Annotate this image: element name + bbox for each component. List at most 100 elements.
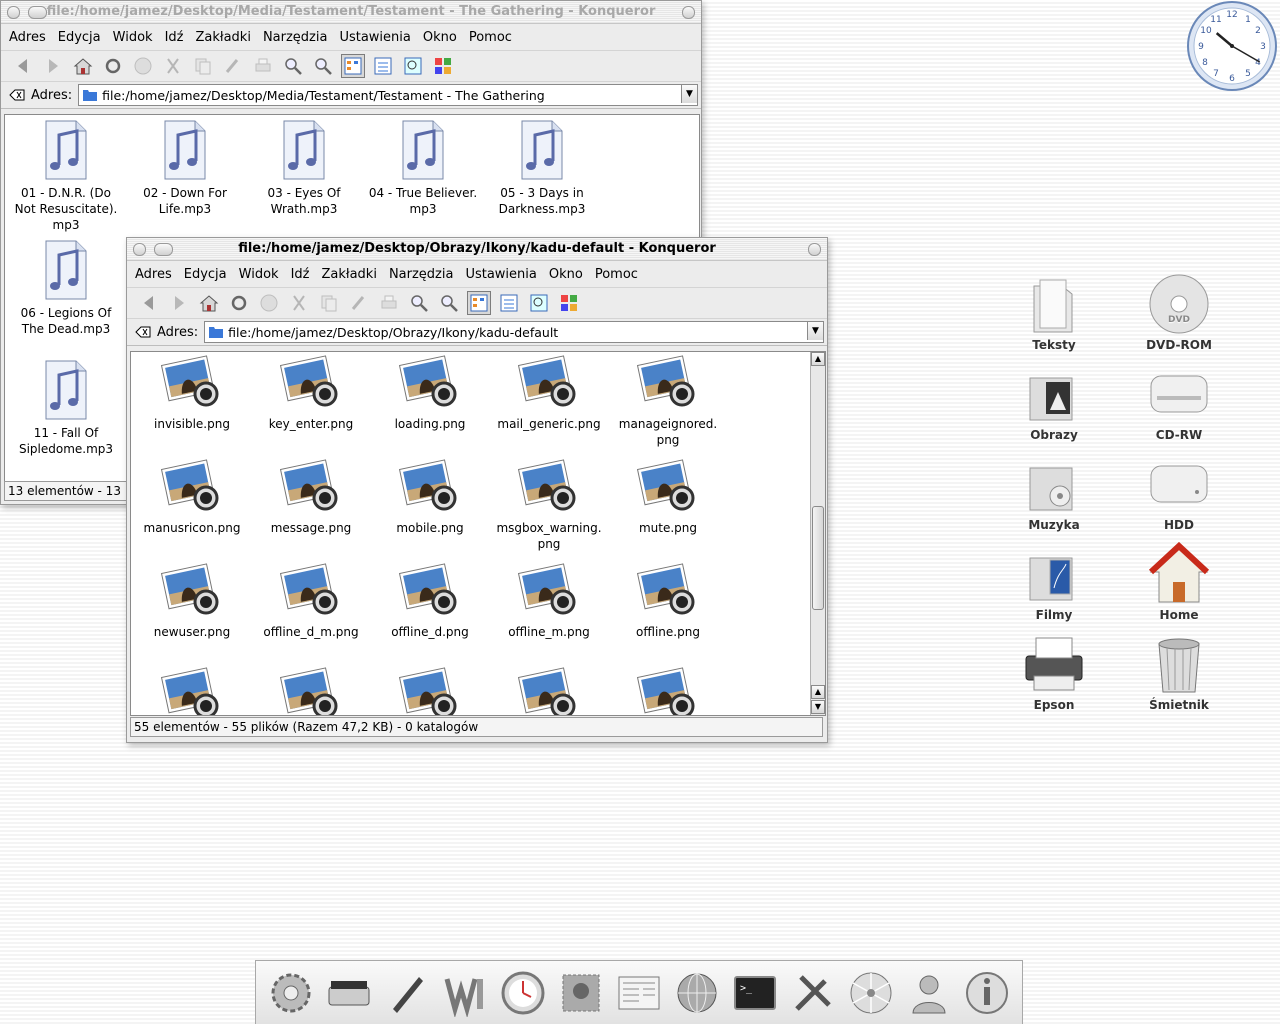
window-titlebar[interactable]: file:/home/jamez/Desktop/Obrazy/Ikony/ka… <box>127 238 827 261</box>
settings-gear-icon[interactable] <box>266 968 316 1018</box>
icon-view-button[interactable] <box>341 54 365 78</box>
file-item[interactable]: offline.png <box>608 562 728 640</box>
window-titlebar[interactable]: file:/home/jamez/Desktop/Media/Testament… <box>1 1 701 24</box>
globe-icon[interactable] <box>672 968 722 1018</box>
zoom-out-button[interactable] <box>311 54 335 78</box>
photo-stamp-icon[interactable] <box>556 968 606 1018</box>
clock-app-icon[interactable] <box>498 968 548 1018</box>
file-item[interactable]: offline_d.png <box>370 562 490 640</box>
file-item[interactable] <box>608 666 728 715</box>
print-button[interactable] <box>377 291 401 315</box>
file-item[interactable] <box>132 666 252 715</box>
reload-button[interactable] <box>101 54 125 78</box>
address-dropdown-button[interactable]: ▼ <box>807 322 823 340</box>
address-dropdown-button[interactable]: ▼ <box>681 85 697 103</box>
file-view[interactable]: invisible.png key_enter.png loading.png mai… <box>130 351 826 716</box>
desktop-icon[interactable]: Filmy <box>1004 542 1104 622</box>
file-item[interactable]: offline_m.png <box>489 562 609 640</box>
back-button[interactable] <box>137 291 161 315</box>
terminal-icon[interactable]: >_ <box>730 968 780 1018</box>
file-item[interactable]: manusricon.png <box>132 458 252 536</box>
file-item[interactable]: 02 - Down For Life.mp3 <box>125 119 245 217</box>
menu-widok[interactable]: Widok <box>239 267 279 282</box>
vertical-scrollbar[interactable]: ▲ ▲ ▼ <box>810 352 825 715</box>
menu-okno[interactable]: Okno <box>549 267 583 282</box>
scroll-up-button[interactable]: ▲ <box>811 352 825 366</box>
menu-pomoc[interactable]: Pomoc <box>595 267 638 282</box>
desktop-icon[interactable]: DVD DVD-ROM <box>1129 272 1229 352</box>
paste-button[interactable] <box>347 291 371 315</box>
scroll-down-button[interactable]: ▼ <box>811 700 825 714</box>
menu-edycja[interactable]: Edycja <box>58 30 101 45</box>
desktop-icon[interactable]: Epson <box>1004 632 1104 712</box>
file-item[interactable]: mute.png <box>608 458 728 536</box>
clear-address-icon[interactable] <box>9 88 25 102</box>
forward-button[interactable] <box>41 54 65 78</box>
multi-view-button[interactable] <box>557 291 581 315</box>
menu-narzedzia[interactable]: Narzędzia <box>263 30 328 45</box>
detail-view-button[interactable] <box>497 291 521 315</box>
tools-icon[interactable] <box>788 968 838 1018</box>
file-item[interactable]: 03 - Eyes Of Wrath.mp3 <box>244 119 364 217</box>
desktop-icon[interactable]: HDD <box>1129 452 1229 532</box>
newspaper-icon[interactable] <box>614 968 664 1018</box>
office-icon[interactable] <box>440 968 490 1018</box>
menu-widok[interactable]: Widok <box>113 30 153 45</box>
detail-view-button[interactable] <box>371 54 395 78</box>
file-item[interactable]: mail_generic.png <box>489 354 609 432</box>
back-button[interactable] <box>11 54 35 78</box>
minimize-window-button[interactable] <box>28 6 47 19</box>
menu-adres[interactable]: Adres <box>9 30 46 45</box>
file-item[interactable] <box>370 666 490 715</box>
forward-button[interactable] <box>167 291 191 315</box>
file-item[interactable]: 04 - True Believer. mp3 <box>363 119 483 217</box>
scroll-thumb[interactable] <box>812 506 824 610</box>
file-item[interactable]: 11 - Fall Of Sipledome.mp3 <box>6 359 126 457</box>
stop-button[interactable] <box>131 54 155 78</box>
menu-zakladki[interactable]: Zakładki <box>321 267 376 282</box>
multi-view-button[interactable] <box>431 54 455 78</box>
menu-ustawienia[interactable]: Ustawienia <box>339 30 410 45</box>
menu-pomoc[interactable]: Pomoc <box>469 30 512 45</box>
zoom-out-button[interactable] <box>437 291 461 315</box>
cut-button[interactable] <box>161 54 185 78</box>
user-icon[interactable] <box>904 968 954 1018</box>
file-item[interactable]: offline_d_m.png <box>251 562 371 640</box>
file-item[interactable]: newuser.png <box>132 562 252 640</box>
desktop-icon[interactable]: CD-RW <box>1129 362 1229 442</box>
desktop-icon[interactable]: Teksty <box>1004 272 1104 352</box>
pen-icon[interactable] <box>382 968 432 1018</box>
clear-address-icon[interactable] <box>135 325 151 339</box>
scanner-icon[interactable] <box>324 968 374 1018</box>
file-item[interactable]: 05 - 3 Days in Darkness.mp3 <box>482 119 602 217</box>
print-button[interactable] <box>251 54 275 78</box>
scroll-up-button-bottom[interactable]: ▲ <box>811 685 825 699</box>
address-input[interactable]: file:/home/jamez/Desktop/Media/Testament… <box>78 84 698 106</box>
file-item[interactable]: invisible.png <box>132 354 252 432</box>
menu-ustawienia[interactable]: Ustawienia <box>465 267 536 282</box>
cut-button[interactable] <box>287 291 311 315</box>
file-item[interactable]: key_enter.png <box>251 354 371 432</box>
copy-button[interactable] <box>191 54 215 78</box>
zoom-in-button[interactable] <box>407 291 431 315</box>
desktop-icon[interactable]: Muzyka <box>1004 452 1104 532</box>
file-item[interactable]: manageignored. png <box>608 354 728 448</box>
disc-burn-icon[interactable] <box>846 968 896 1018</box>
menu-edycja[interactable]: Edycja <box>184 267 227 282</box>
file-item[interactable] <box>489 666 609 715</box>
copy-button[interactable] <box>317 291 341 315</box>
menu-adres[interactable]: Adres <box>135 267 172 282</box>
close-window-button[interactable] <box>133 243 146 256</box>
info-icon[interactable] <box>962 968 1012 1018</box>
close-window-button[interactable] <box>7 6 20 19</box>
desktop-icon[interactable]: Home <box>1129 542 1229 622</box>
home-button[interactable] <box>197 291 221 315</box>
icon-view-button[interactable] <box>467 291 491 315</box>
reload-button[interactable] <box>227 291 251 315</box>
menu-okno[interactable]: Okno <box>423 30 457 45</box>
home-button[interactable] <box>71 54 95 78</box>
desktop-icon[interactable]: Obrazy <box>1004 362 1104 442</box>
menu-zakladki[interactable]: Zakładki <box>195 30 250 45</box>
file-item[interactable]: message.png <box>251 458 371 536</box>
menu-idz[interactable]: Idź <box>291 267 310 282</box>
